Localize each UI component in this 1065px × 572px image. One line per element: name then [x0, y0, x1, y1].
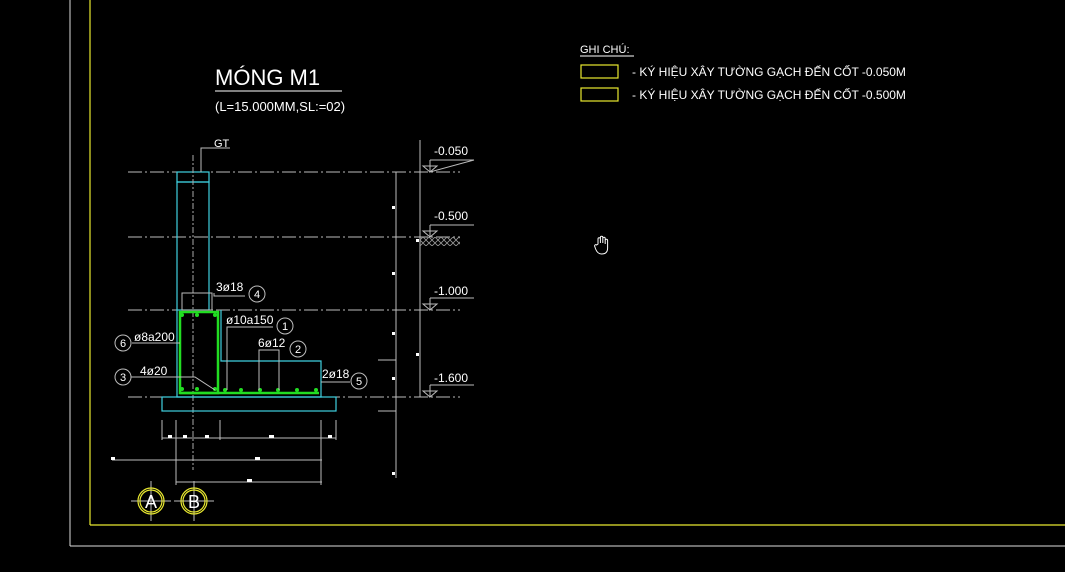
level-label: -0.050: [434, 144, 468, 158]
rebar-label-6: ø8a200: [134, 330, 175, 344]
legend: GHI CHÚ: - KÝ HIỆU XÂY TƯỜNG GẠCH ĐẾN CỐ…: [580, 43, 906, 102]
rebar-callouts: 3ø18 4 ø10a150 1 6ø12 2 ø8a200 6 4ø20 3 …: [114, 280, 368, 391]
legend-swatch-cross: [580, 87, 619, 102]
axis-b: B: [174, 481, 214, 521]
rebar-label-4: 3ø18: [216, 280, 244, 294]
legend-item: - KÝ HIỆU XÂY TƯỜNG GẠCH ĐẾN CỐT -0.050M: [632, 64, 906, 79]
axis-a: A: [131, 481, 171, 521]
axis-markers: A B: [131, 481, 214, 521]
rebar-marker-6: 6: [120, 338, 126, 350]
rebar-label-1: ø10a150: [226, 313, 274, 327]
rebar-label-3: 4ø20: [140, 364, 168, 378]
rebar-marker-3: 3: [120, 372, 126, 384]
rebar-marker-1: 1: [282, 321, 288, 333]
legend-item: - KÝ HIỆU XÂY TƯỜNG GẠCH ĐẾN CỐT -0.500M: [632, 87, 906, 102]
svg-text:A: A: [145, 492, 157, 512]
wall-label: GT: [214, 138, 230, 150]
pan-hand-cursor-icon: [594, 235, 609, 255]
drawing-title: MÓNG M1: [215, 65, 320, 90]
level-lines: [128, 171, 460, 398]
level-label: -1.000: [434, 284, 468, 298]
rebar-label-2: 6ø12: [258, 336, 286, 350]
level-label: -1.600: [434, 371, 468, 385]
svg-text:B: B: [188, 492, 200, 512]
rebar-label-5: 2ø18: [322, 367, 350, 381]
cad-canvas[interactable]: MÓNG M1 (L=15.000MM,SL:=02) GT 3ø18 4 ø1…: [0, 0, 1065, 572]
rebar-marker-5: 5: [356, 376, 362, 388]
rebar-marker-4: 4: [254, 289, 260, 301]
drawing-subtitle: (L=15.000MM,SL:=02): [215, 99, 345, 114]
rebar-marker-2: 2: [295, 344, 301, 356]
legend-swatch-diagonal: [580, 64, 619, 79]
level-markers: -0.050 -0.500 -1.000 -1.600: [378, 140, 475, 478]
dimension-lines: [111, 420, 337, 485]
legend-title: GHI CHÚ:: [580, 43, 630, 56]
level-label: -0.500: [434, 209, 468, 223]
brick-wall: GT: [176, 138, 230, 470]
